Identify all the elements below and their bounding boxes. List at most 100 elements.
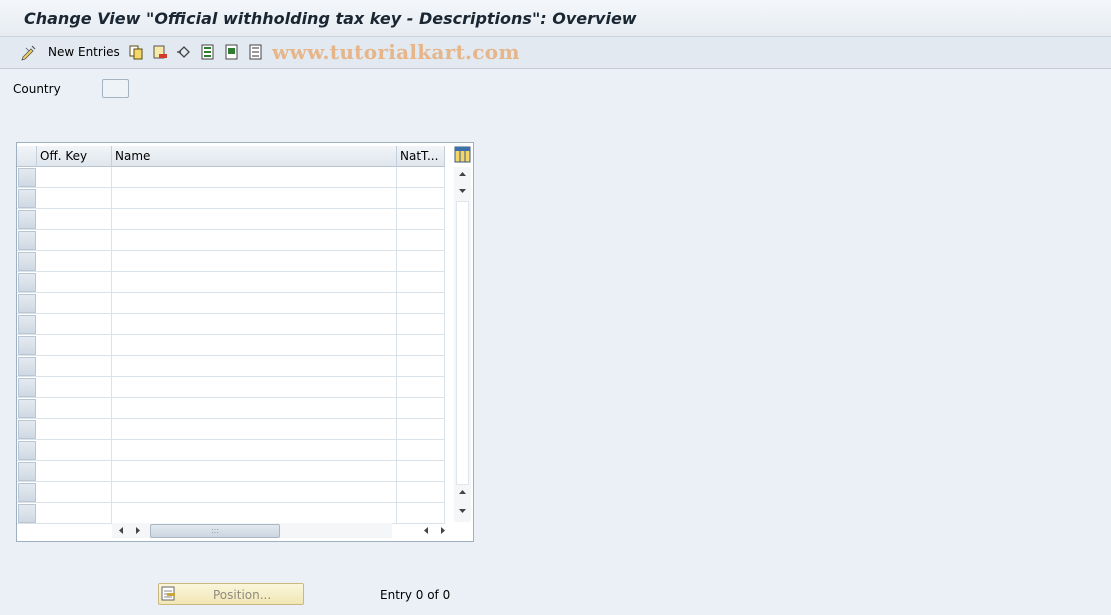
column-header-off-key[interactable]: Off. Key: [37, 146, 112, 167]
cell-name[interactable]: [112, 440, 397, 461]
table-row: [17, 251, 445, 272]
scroll-down-icon[interactable]: [457, 505, 468, 516]
scroll-up-icon[interactable]: [457, 169, 468, 180]
cell-off-key[interactable]: [37, 188, 112, 209]
table-settings-icon[interactable]: [454, 146, 471, 163]
select-all-icon[interactable]: [199, 43, 217, 61]
cell-natt[interactable]: [397, 293, 445, 314]
cell-name[interactable]: [112, 356, 397, 377]
cell-name[interactable]: [112, 419, 397, 440]
cell-off-key[interactable]: [37, 335, 112, 356]
scroll-left-icon[interactable]: [116, 525, 127, 536]
cell-off-key[interactable]: [37, 209, 112, 230]
select-all-rows-header[interactable]: [17, 146, 37, 167]
edit-icon[interactable]: [20, 43, 38, 61]
row-selector[interactable]: [18, 420, 36, 439]
row-selector[interactable]: [18, 231, 36, 250]
horizontal-scrollbar-right[interactable]: [417, 523, 447, 538]
cell-name[interactable]: [112, 314, 397, 335]
horizontal-scrollbar[interactable]: :::: [112, 523, 392, 538]
cell-off-key[interactable]: [37, 503, 112, 524]
cell-off-key[interactable]: [37, 398, 112, 419]
cell-name[interactable]: [112, 335, 397, 356]
cell-name[interactable]: [112, 482, 397, 503]
row-selector[interactable]: [18, 504, 36, 523]
cell-name[interactable]: [112, 293, 397, 314]
country-input[interactable]: [102, 79, 129, 98]
watermark-text: www.tutorialkart.com: [272, 40, 520, 64]
vertical-scrollbar[interactable]: [454, 167, 471, 522]
row-selector[interactable]: [18, 252, 36, 271]
cell-natt[interactable]: [397, 419, 445, 440]
cell-name[interactable]: [112, 272, 397, 293]
cell-natt[interactable]: [397, 356, 445, 377]
row-selector[interactable]: [18, 189, 36, 208]
copy-icon[interactable]: [127, 43, 145, 61]
cell-off-key[interactable]: [37, 377, 112, 398]
new-entries-button[interactable]: New Entries: [48, 45, 120, 59]
cell-natt[interactable]: [397, 482, 445, 503]
cell-natt[interactable]: [397, 167, 445, 188]
horizontal-scroll-thumb[interactable]: :::: [150, 524, 280, 538]
cell-off-key[interactable]: [37, 419, 112, 440]
row-selector[interactable]: [18, 315, 36, 334]
deselect-all-icon[interactable]: [247, 43, 265, 61]
window-title: Change View "Official withholding tax ke…: [24, 9, 637, 28]
row-selector[interactable]: [18, 294, 36, 313]
cell-natt[interactable]: [397, 272, 445, 293]
cell-off-key[interactable]: [37, 461, 112, 482]
position-button[interactable]: Position...: [158, 583, 304, 605]
cell-name[interactable]: [112, 251, 397, 272]
cell-natt[interactable]: [397, 377, 445, 398]
cell-natt[interactable]: [397, 314, 445, 335]
cell-off-key[interactable]: [37, 440, 112, 461]
cell-off-key[interactable]: [37, 356, 112, 377]
row-selector[interactable]: [18, 357, 36, 376]
undo-icon[interactable]: [175, 43, 193, 61]
cell-off-key[interactable]: [37, 230, 112, 251]
cell-natt[interactable]: [397, 398, 445, 419]
cell-natt[interactable]: [397, 440, 445, 461]
cell-natt[interactable]: [397, 461, 445, 482]
cell-name[interactable]: [112, 167, 397, 188]
delete-icon[interactable]: [151, 43, 169, 61]
row-selector[interactable]: [18, 210, 36, 229]
cell-off-key[interactable]: [37, 482, 112, 503]
row-selector[interactable]: [18, 483, 36, 502]
column-header-name[interactable]: Name: [112, 146, 397, 167]
cell-natt[interactable]: [397, 335, 445, 356]
table-row: [17, 230, 445, 251]
scroll-right-icon[interactable]: [132, 525, 143, 536]
scroll-down-icon[interactable]: [457, 185, 468, 196]
cell-natt[interactable]: [397, 251, 445, 272]
cell-natt[interactable]: [397, 503, 445, 524]
cell-name[interactable]: [112, 461, 397, 482]
scroll-left-icon[interactable]: [421, 525, 432, 536]
cell-natt[interactable]: [397, 230, 445, 251]
cell-natt[interactable]: [397, 209, 445, 230]
cell-off-key[interactable]: [37, 314, 112, 335]
select-block-icon[interactable]: [223, 43, 241, 61]
cell-name[interactable]: [112, 230, 397, 251]
cell-name[interactable]: [112, 209, 397, 230]
scroll-track[interactable]: [456, 201, 469, 485]
row-selector[interactable]: [18, 336, 36, 355]
cell-name[interactable]: [112, 398, 397, 419]
row-selector[interactable]: [18, 441, 36, 460]
column-header-natt[interactable]: NatT...: [397, 146, 445, 167]
cell-name[interactable]: [112, 377, 397, 398]
row-selector[interactable]: [18, 273, 36, 292]
cell-off-key[interactable]: [37, 167, 112, 188]
cell-name[interactable]: [112, 503, 397, 524]
cell-name[interactable]: [112, 188, 397, 209]
row-selector[interactable]: [18, 462, 36, 481]
scroll-right-icon[interactable]: [437, 525, 448, 536]
cell-off-key[interactable]: [37, 293, 112, 314]
cell-natt[interactable]: [397, 188, 445, 209]
cell-off-key[interactable]: [37, 272, 112, 293]
row-selector[interactable]: [18, 378, 36, 397]
scroll-up-icon[interactable]: [457, 487, 468, 498]
row-selector[interactable]: [18, 168, 36, 187]
row-selector[interactable]: [18, 399, 36, 418]
cell-off-key[interactable]: [37, 251, 112, 272]
